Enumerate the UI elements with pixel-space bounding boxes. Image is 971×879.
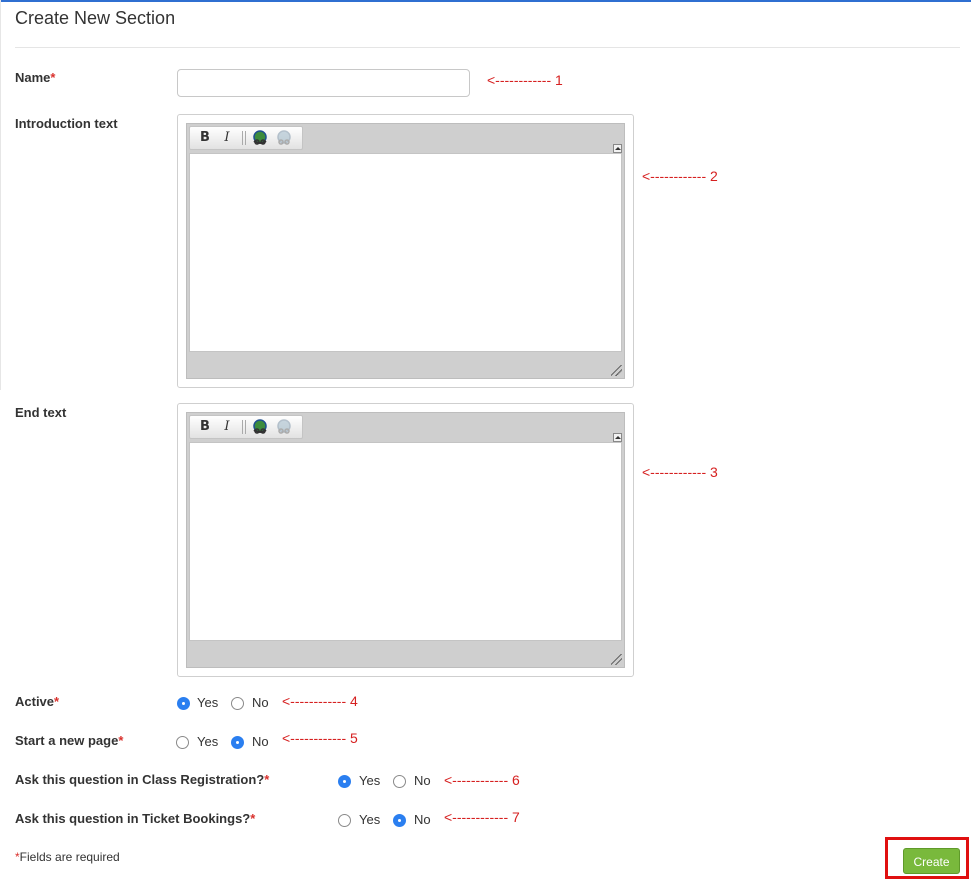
required-mark: * [250,811,256,826]
new-page-yes-label[interactable]: Yes [197,734,218,749]
title-divider [15,47,960,48]
class-reg-no-label[interactable]: No [414,773,431,788]
active-label-text: Active [15,694,55,709]
class-reg-label: Ask this question in Class Registration?… [15,772,269,787]
toolbar-separator [245,131,246,145]
end-editor-frame: B I [186,412,625,668]
ticket-no-label[interactable]: No [414,812,431,827]
annotation-4: <------------ 4 [282,693,358,709]
required-mark: * [54,694,60,709]
intro-editor-frame: B I [186,123,625,379]
create-button[interactable]: Create [903,848,960,874]
bold-icon[interactable]: B [196,419,214,435]
new-page-label-text: Start a new page [15,733,119,748]
name-label-text: Name [15,70,51,85]
name-input[interactable] [177,69,470,97]
new-page-no-label[interactable]: No [252,734,269,749]
unlink-icon[interactable] [275,130,293,146]
bold-icon[interactable]: B [196,130,214,146]
end-editor-content[interactable] [189,442,622,641]
end-editor-toolbar: B I [189,415,303,439]
link-icon[interactable] [251,419,269,435]
active-label: Active* [15,694,59,709]
active-yes-radio[interactable] [177,697,190,710]
new-page-yes-radio[interactable] [176,736,189,749]
italic-icon[interactable]: I [218,419,236,435]
italic-icon[interactable]: I [218,130,236,146]
intro-editor-content[interactable] [189,153,622,352]
ticket-no-radio[interactable] [393,814,406,827]
annotation-3: <------------ 3 [642,464,718,480]
toolbar-separator [245,420,246,434]
required-note-text: Fields are required [19,850,120,864]
end-editor: B I [177,403,634,677]
active-no-label[interactable]: No [252,695,269,710]
new-page-no-radio[interactable] [231,736,244,749]
end-label: End text [15,405,67,420]
annotation-2: <------------ 2 [642,168,718,184]
required-mark: * [118,733,124,748]
class-reg-no-radio[interactable] [393,775,406,788]
collapse-toolbar-icon[interactable] [613,433,622,442]
page-title: Create New Section [15,8,176,28]
ticket-yes-radio[interactable] [338,814,351,827]
required-mark: * [50,70,56,85]
active-yes-label[interactable]: Yes [197,695,218,710]
required-mark: * [264,772,270,787]
new-page-label: Start a new page* [15,733,123,748]
required-fields-note: *Fields are required [15,850,120,864]
ticket-label-text: Ask this question in Ticket Bookings? [15,811,251,826]
collapse-toolbar-icon[interactable] [613,144,622,153]
left-divider [0,0,1,390]
ticket-yes-label[interactable]: Yes [359,812,380,827]
unlink-icon[interactable] [275,419,293,435]
top-accent-line [0,0,971,2]
resize-grip-icon[interactable] [611,654,622,665]
resize-grip-icon[interactable] [611,365,622,376]
name-label: Name* [15,70,55,85]
annotation-6: <------------ 6 [444,772,520,788]
link-icon[interactable] [251,130,269,146]
active-no-radio[interactable] [231,697,244,710]
intro-editor: B I [177,114,634,388]
intro-label: Introduction text [15,116,118,131]
annotation-1: <------------ 1 [487,72,563,88]
ticket-label: Ask this question in Ticket Bookings?* [15,811,255,826]
class-reg-yes-label[interactable]: Yes [359,773,380,788]
class-reg-yes-radio[interactable] [338,775,351,788]
toolbar-separator [242,420,243,434]
intro-editor-toolbar: B I [189,126,303,150]
annotation-5: <------------ 5 [282,730,358,746]
class-reg-label-text: Ask this question in Class Registration? [15,772,265,787]
toolbar-separator [242,131,243,145]
annotation-7: <------------ 7 [444,809,520,825]
